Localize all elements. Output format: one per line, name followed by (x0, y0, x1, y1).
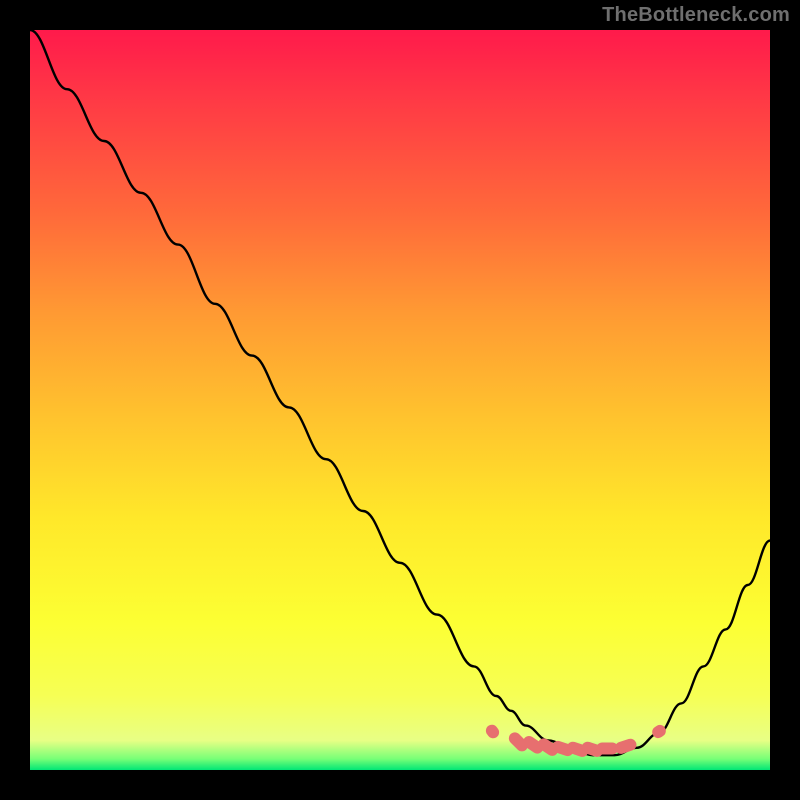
watermark-text: TheBottleneck.com (602, 4, 790, 27)
heat-gradient (30, 30, 770, 770)
plot-area (30, 30, 770, 770)
chart-frame: TheBottleneck.com (0, 0, 800, 800)
